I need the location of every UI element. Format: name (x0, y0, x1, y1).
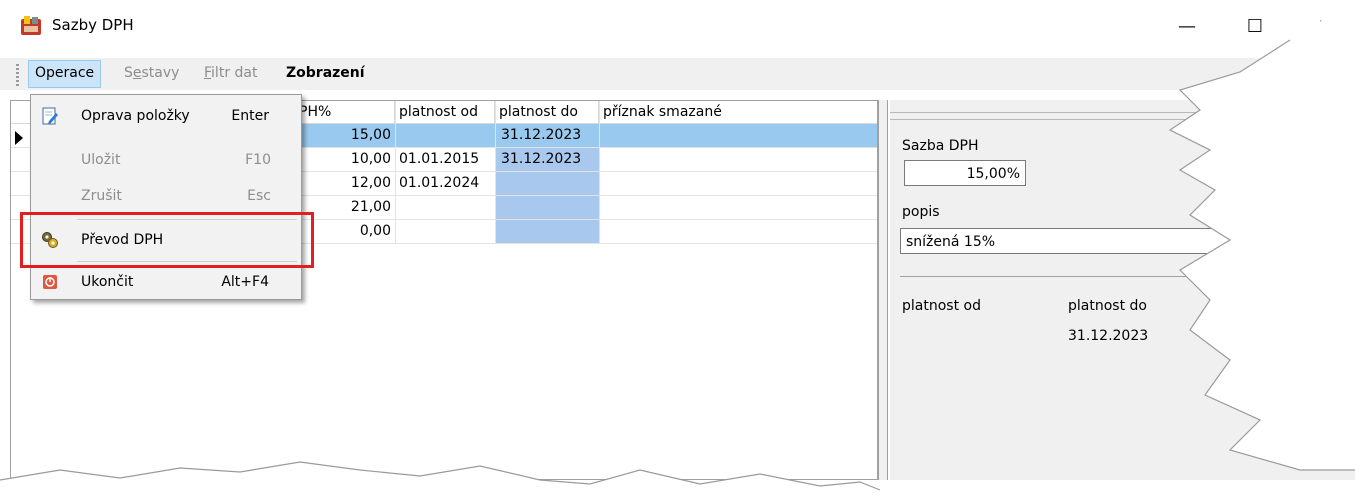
maximize-button[interactable]: ☐ (1240, 12, 1270, 42)
popis-label: popis (902, 204, 940, 220)
menu-filtr-label: iltr dat (211, 65, 258, 81)
panel-splitter[interactable] (878, 100, 888, 480)
table-row-5-od[interactable] (395, 220, 495, 243)
menu-item-ulozit[interactable]: Uložit F10 (31, 145, 299, 175)
minimize-button[interactable]: — (1172, 12, 1202, 42)
table-row-2-smazane[interactable] (599, 148, 877, 171)
operace-dropdown-menu: Oprava položky Enter Uložit F10 Zrušit E… (30, 94, 302, 300)
table-row-1-smazane[interactable] (599, 124, 877, 147)
menu-item-ulozit-label: Uložit (81, 152, 121, 168)
menu-sestavy-mnemonic: e (132, 65, 142, 81)
menu-filtr-mnemonic: F (204, 65, 212, 81)
edit-document-icon (42, 107, 58, 125)
table-row-4-od[interactable] (395, 196, 495, 219)
menu-item-oprava-label: Oprava položky (81, 108, 190, 124)
current-row-indicator-icon (15, 131, 23, 145)
menu-item-zrusit-label: Zrušit (81, 188, 122, 204)
table-row-4-smazane[interactable] (599, 196, 877, 219)
platnost-od-label: platnost od (902, 298, 981, 314)
table-row-5-smazane[interactable] (599, 220, 877, 243)
detail-header-bar (890, 112, 1355, 120)
toolbar-grip-icon[interactable] (16, 64, 19, 86)
detail-divider (900, 276, 1230, 277)
menu-zobrazeni-label: Zobrazení (286, 65, 365, 81)
table-row-1-od[interactable] (395, 124, 495, 147)
table-row-2-do[interactable]: 31.12.2023 (495, 148, 599, 171)
menu-item-ukoncit-shortcut: Alt+F4 (221, 274, 269, 290)
app-icon (21, 16, 41, 35)
column-divider (395, 101, 396, 244)
table-row-1-do[interactable]: 31.12.2023 (495, 124, 599, 147)
menu-operace[interactable]: Operace (28, 60, 102, 88)
menu-item-ukoncit[interactable]: Ukončit Alt+F4 (31, 267, 299, 297)
menu-item-ukoncit-label: Ukončit (81, 274, 134, 290)
table-row-3-od[interactable]: 01.01.2024 (395, 172, 495, 195)
menu-sestavy-label-b: stavy (141, 65, 180, 81)
platnost-do-label: platnost do (1068, 298, 1147, 314)
sazba-dph-field[interactable]: 15,00% (904, 160, 1026, 186)
menu-filtr-dat[interactable]: Filtr dat (198, 60, 263, 86)
column-header-platnost-od[interactable]: platnost od (395, 101, 495, 124)
menu-zobrazeni[interactable]: Zobrazení (280, 60, 371, 86)
popis-field[interactable]: snížená 15% (900, 228, 1240, 254)
table-row-5-do[interactable] (495, 220, 599, 243)
app-window: Sazby DPH — ☐ ✕ Operace Sestavy Filtr da… (0, 0, 1355, 502)
exit-icon (43, 275, 57, 289)
column-divider (495, 101, 496, 244)
close-button[interactable]: ✕ (1310, 12, 1340, 42)
window-title: Sazby DPH (52, 16, 134, 34)
platnost-do-value: 31.12.2023 (1068, 328, 1149, 344)
column-header-platnost-do[interactable]: platnost do (495, 101, 599, 124)
table-row-3-do[interactable] (495, 172, 599, 195)
menu-item-oprava-shortcut: Enter (231, 108, 269, 124)
title-bar: Sazby DPH — ☐ ✕ (0, 0, 1355, 52)
highlight-annotation-box (20, 212, 314, 268)
table-row-3-smazane[interactable] (599, 172, 877, 195)
menu-sestavy[interactable]: Sestavy (118, 60, 185, 86)
detail-panel: Sazba DPH 15,00% popis snížená 15% platn… (890, 100, 1355, 480)
menu-sestavy-label-a: S (124, 65, 133, 81)
column-header-priznak-smazane[interactable]: příznak smazané (599, 101, 877, 124)
menu-item-zrusit[interactable]: Zrušit Esc (31, 181, 299, 211)
menu-item-zrusit-shortcut: Esc (247, 188, 271, 204)
column-divider (599, 101, 600, 244)
menu-operace-label: Operace (35, 65, 95, 81)
table-row-2-od[interactable]: 01.01.2015 (395, 148, 495, 171)
menu-item-oprava-polozky[interactable]: Oprava položky Enter (31, 101, 299, 131)
menu-bar: Operace Sestavy Filtr dat Zobrazení (0, 58, 1355, 90)
table-row-4-do[interactable] (495, 196, 599, 219)
column-header-dph-label: PH% (299, 104, 332, 120)
menu-item-ulozit-shortcut: F10 (245, 152, 271, 168)
sazba-dph-label: Sazba DPH (902, 138, 979, 154)
